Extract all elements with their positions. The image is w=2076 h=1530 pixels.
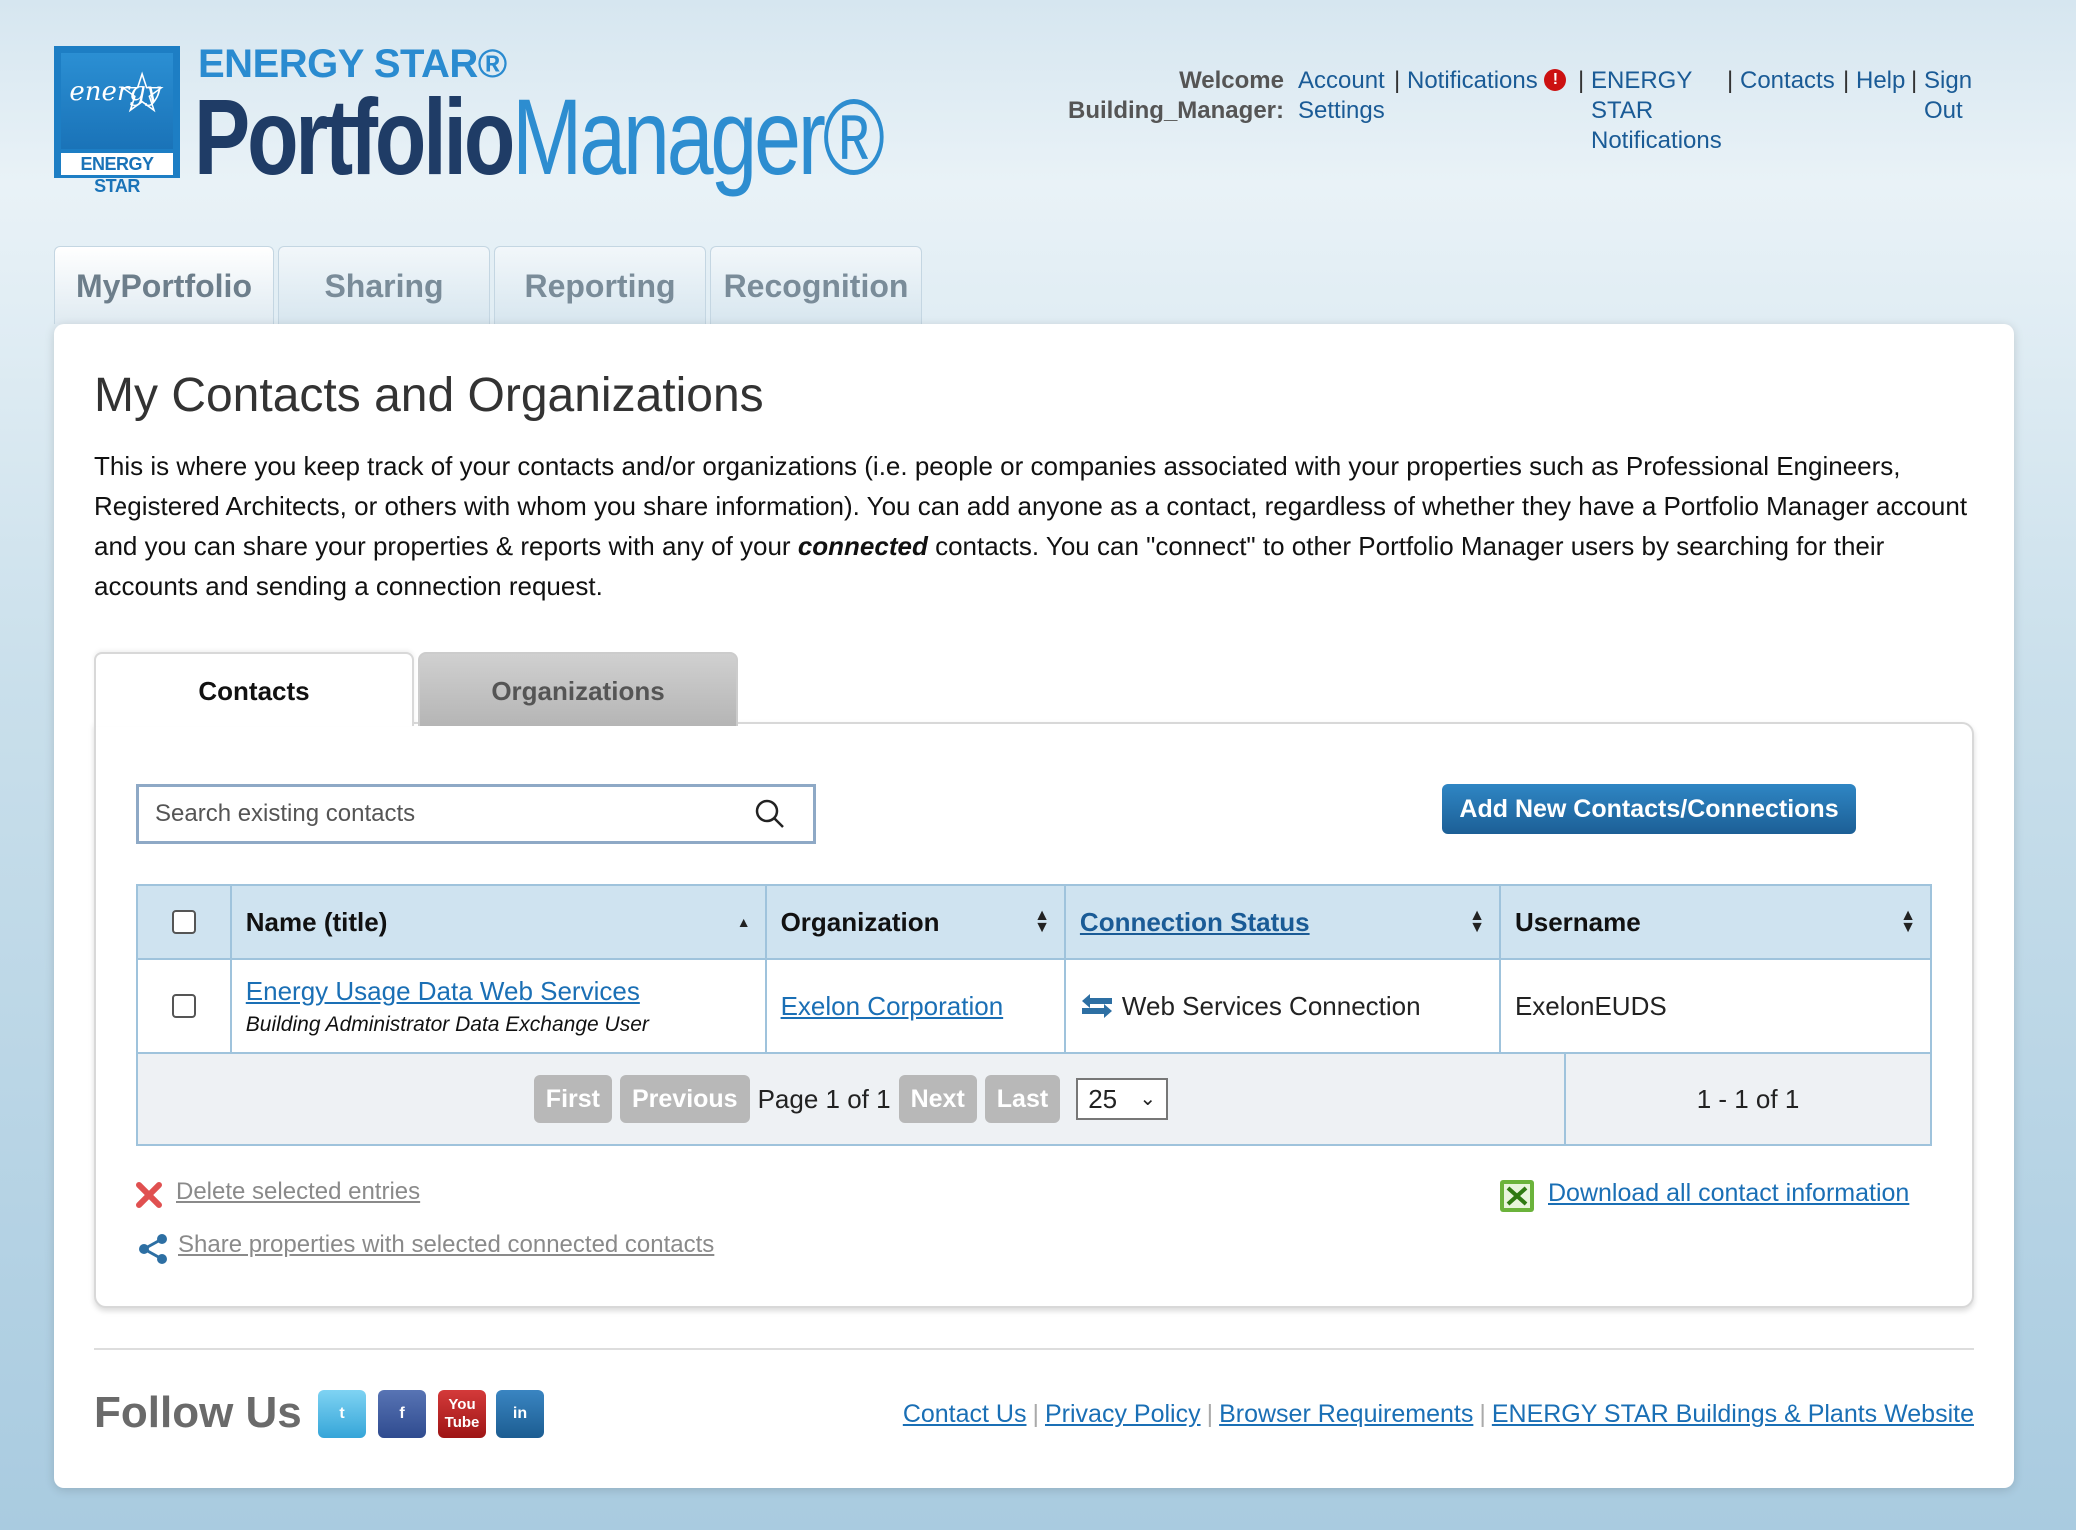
facebook-icon[interactable]: f: [378, 1390, 426, 1438]
sort-icon: ▲ ▼: [1469, 907, 1485, 936]
pager-row: First Previous Page 1 of 1 Next Last 25 ⌄…: [138, 1054, 1930, 1144]
twitter-icon[interactable]: t: [318, 1390, 366, 1438]
footer-link-browser-requirements[interactable]: Browser Requirements: [1219, 1400, 1473, 1428]
add-new-contacts-button[interactable]: Add New Contacts/Connections: [1442, 784, 1856, 834]
column-header-name[interactable]: Name (title) ▲: [232, 886, 767, 958]
notifications-link[interactable]: Notifications !: [1407, 66, 1567, 96]
logo-portfolio-manager-text: PortfolioManager®: [194, 76, 885, 197]
footer-link-contact-us[interactable]: Contact Us: [903, 1400, 1027, 1428]
connection-arrows-icon: [1081, 994, 1112, 1018]
first-page-button[interactable]: First: [533, 1075, 612, 1123]
sign-out-link[interactable]: Sign Out: [1924, 66, 1972, 126]
nav-separator: |: [1911, 67, 1918, 94]
linkedin-icon[interactable]: in: [496, 1390, 544, 1438]
organization-link[interactable]: Exelon Corporation: [781, 991, 1004, 1022]
excel-download-icon: [1500, 1180, 1534, 1212]
page-size-select[interactable]: 25 ⌄: [1076, 1078, 1169, 1120]
page-info: Page 1 of 1: [757, 1083, 891, 1114]
next-page-button[interactable]: Next: [898, 1075, 977, 1123]
tab-reporting[interactable]: Reporting: [494, 246, 706, 324]
subtab-contacts[interactable]: Contacts: [94, 652, 414, 726]
last-page-button[interactable]: Last: [984, 1075, 1061, 1123]
page-title: My Contacts and Organizations: [94, 369, 764, 422]
youtube-icon[interactable]: You Tube: [438, 1390, 486, 1438]
contact-name-link[interactable]: Energy Usage Data Web Services: [246, 976, 640, 1007]
nav-separator: |: [1394, 67, 1401, 94]
share-icon: [139, 1234, 167, 1264]
tab-sharing[interactable]: Sharing: [278, 246, 490, 324]
energy-star-badge-icon: energy ☆ ENERGY STAR: [54, 46, 180, 196]
chevron-down-icon: ⌄: [1139, 1088, 1157, 1110]
previous-page-button[interactable]: Previous: [619, 1075, 750, 1123]
table-header-row: Name (title) ▲ Organization ▲ ▼ Connection …: [138, 886, 1930, 960]
column-header-username[interactable]: Username ▲ ▼: [1501, 886, 1930, 958]
contacts-link[interactable]: Contacts: [1740, 66, 1835, 96]
sort-ascending-icon: ▲: [736, 914, 751, 930]
tab-myportfolio[interactable]: MyPortfolio: [54, 246, 274, 324]
delete-icon: [136, 1182, 162, 1208]
footer-links: Contact Us | Privacy Policy | Browser Requir…: [902, 1400, 1974, 1428]
select-all-checkbox[interactable]: [171, 910, 196, 934]
page: energy ☆ ENERGY STAR ENERGY STAR® Portfo…: [0, 0, 2076, 1530]
energy-star-portfolio-manager-logo[interactable]: energy ☆ ENERGY STAR ENERGY STAR® Portfo…: [54, 42, 885, 204]
row-checkbox[interactable]: [171, 994, 196, 1018]
username-text: ExelonEUDS: [1514, 990, 1667, 1021]
account-settings-link[interactable]: Account Settings: [1298, 66, 1385, 126]
contacts-table: Name (title) ▲ Organization ▲ ▼ Connection …: [136, 884, 1932, 1146]
intro-text: This is where you keep track of your con…: [94, 451, 1968, 601]
sort-icon: ▲ ▼: [1034, 907, 1050, 936]
search-placeholder: Search existing contacts: [155, 800, 416, 827]
sort-icon: ▲ ▼: [1900, 907, 1916, 936]
search-contacts-input[interactable]: Search existing contacts: [136, 784, 816, 844]
download-contacts-link[interactable]: Download all contact information: [1548, 1179, 1909, 1208]
footer-link-energy-star-buildings[interactable]: ENERGY STAR Buildings & Plants Website: [1492, 1400, 1974, 1428]
tab-recognition[interactable]: Recognition: [710, 246, 922, 324]
subtab-organizations[interactable]: Organizations: [418, 652, 738, 726]
delete-selected-link[interactable]: Delete selected entries: [176, 1178, 420, 1206]
nav-separator: |: [1727, 67, 1734, 94]
contact-title: Building Administrator Data Exchange Use…: [245, 1012, 649, 1036]
column-header-connection-status[interactable]: Connection Status ▲ ▼: [1066, 886, 1501, 958]
share-properties-link[interactable]: Share properties with selected connected…: [178, 1231, 714, 1259]
result-range: 1 - 1 of 1: [1696, 1083, 1800, 1114]
energy-star-notifications-link[interactable]: ENERGY STAR Notifications: [1591, 66, 1722, 156]
follow-us-heading: Follow Us: [94, 1388, 302, 1437]
footer-link-privacy-policy[interactable]: Privacy Policy: [1045, 1400, 1201, 1428]
search-icon[interactable]: [755, 799, 785, 829]
table-row: Energy Usage Data Web Services Building …: [138, 960, 1930, 1054]
nav-separator: |: [1843, 67, 1850, 94]
nav-separator: |: [1578, 67, 1585, 94]
help-link[interactable]: Help: [1856, 66, 1905, 96]
welcome-text: Welcome Building_Manager:: [1067, 67, 1284, 124]
connection-status-text: Web Services Connection: [1121, 990, 1421, 1021]
alert-icon: !: [1544, 69, 1567, 91]
column-header-organization[interactable]: Organization ▲ ▼: [767, 886, 1066, 958]
footer-divider: [94, 1348, 1974, 1350]
